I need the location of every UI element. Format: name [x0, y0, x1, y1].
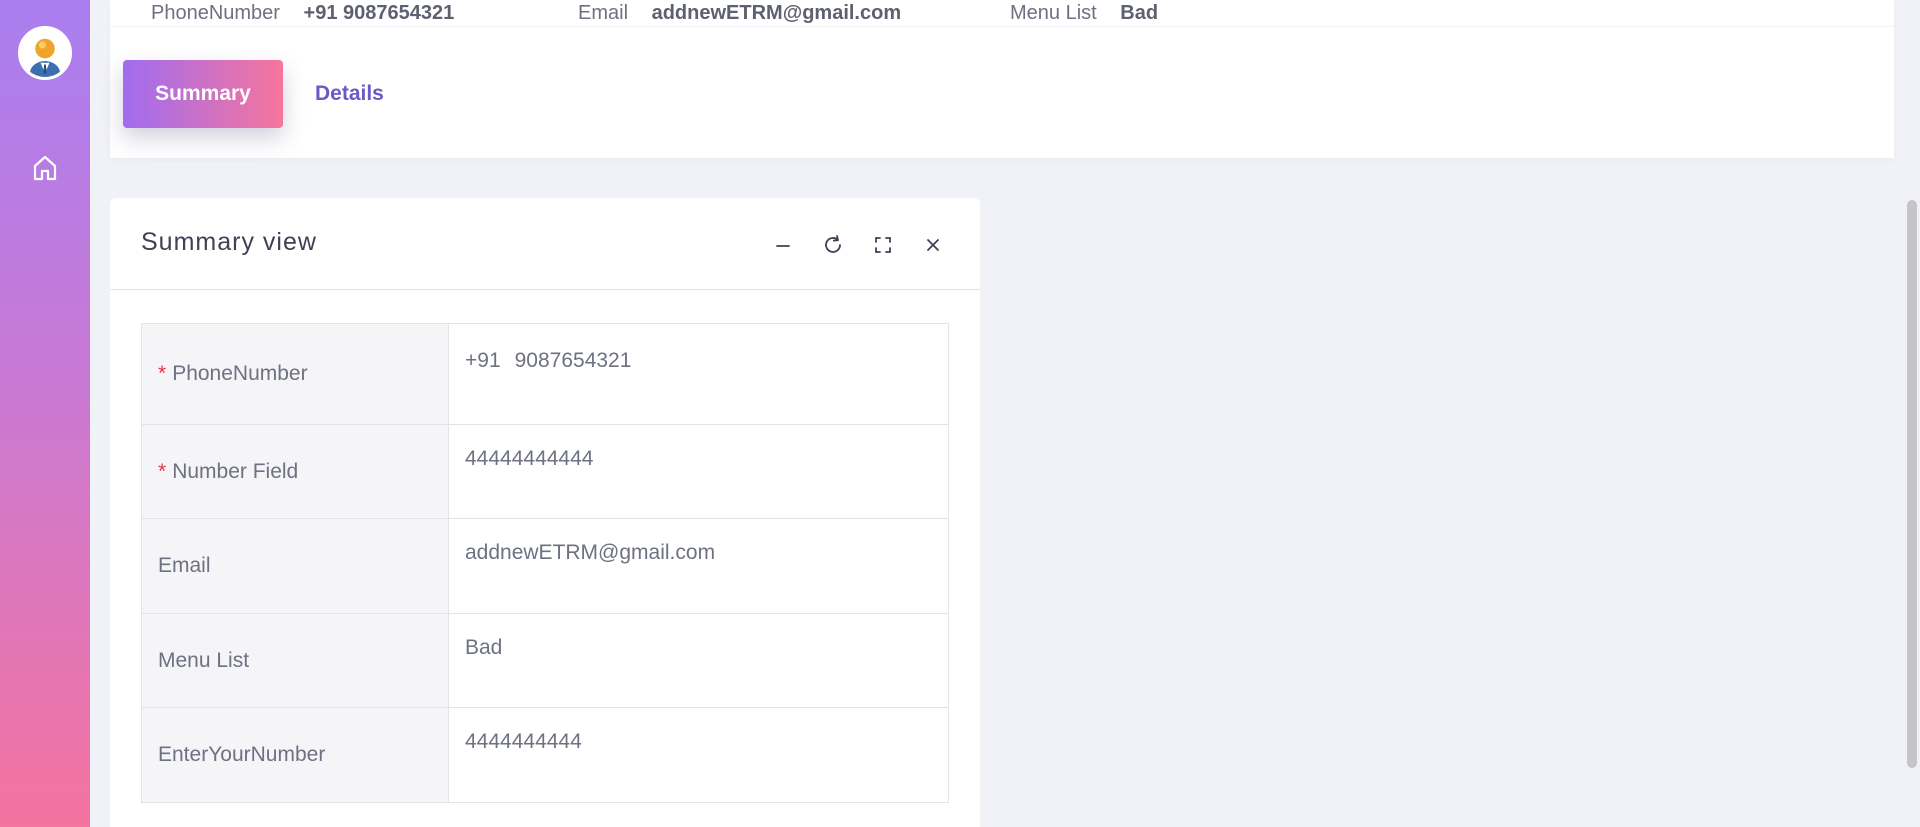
row-value: 44444444444 — [448, 424, 949, 519]
row-label-text: PhoneNumber — [172, 362, 308, 385]
row-label-text: Email — [158, 554, 211, 577]
user-avatar-icon[interactable] — [18, 26, 72, 80]
scrollbar-thumb[interactable] — [1907, 200, 1917, 768]
table-row: Menu List Bad — [141, 613, 949, 708]
header-email-value: addnewETRM@gmail.com — [651, 2, 902, 24]
header-phone-label: PhoneNumber — [151, 2, 280, 24]
close-icon[interactable] — [920, 232, 946, 258]
row-value-text: 9087654321 — [514, 349, 632, 372]
record-info-row: PhoneNumber +91 9087654321 Email addnewE… — [110, 0, 1894, 27]
row-label-text: Menu List — [158, 648, 250, 672]
refresh-icon[interactable] — [820, 232, 846, 258]
row-value-text: 44444444444 — [465, 447, 594, 470]
tab-details[interactable]: Details — [315, 60, 384, 128]
row-label: Menu List — [141, 613, 449, 708]
minimize-icon[interactable] — [770, 232, 796, 258]
header-email: Email addnewETRM@gmail.com — [578, 2, 901, 25]
row-value: +91 9087654321 — [448, 323, 949, 425]
row-value: 4444444444 — [448, 707, 949, 803]
row-value: addnewETRM@gmail.com — [448, 518, 949, 614]
header-email-label: Email — [578, 2, 629, 24]
card-title: Summary view — [141, 228, 317, 256]
row-value-text: 4444444444 — [465, 730, 582, 753]
header-phone: PhoneNumber +91 9087654321 — [151, 2, 454, 25]
table-row: Email addnewETRM@gmail.com — [141, 518, 949, 614]
fullscreen-icon[interactable] — [870, 232, 896, 258]
row-label-text: EnterYourNumber — [158, 743, 326, 766]
row-label-text: Number Field — [172, 459, 299, 483]
table-row: * Number Field 44444444444 — [141, 424, 949, 519]
home-icon[interactable] — [30, 153, 60, 183]
page-scrollbar[interactable] — [1904, 0, 1920, 827]
row-label: * Number Field — [141, 424, 449, 519]
row-value: Bad — [448, 613, 949, 708]
summary-view-card: Summary view * PhoneNumber +91 908765432… — [110, 198, 980, 827]
sidebar — [0, 0, 90, 827]
record-header-card: PhoneNumber +91 9087654321 Email addnewE… — [110, 0, 1894, 158]
header-menu-label: Menu List — [1010, 2, 1097, 24]
table-row: EnterYourNumber 4444444444 — [141, 707, 949, 803]
row-label: Email — [141, 518, 449, 614]
row-label: * PhoneNumber — [141, 323, 449, 425]
table-row: * PhoneNumber +91 9087654321 — [141, 323, 949, 425]
phone-country-code: +91 — [465, 349, 501, 372]
required-marker: * — [158, 459, 167, 483]
row-value-text: Bad — [465, 636, 503, 659]
card-header: Summary view — [110, 198, 980, 290]
header-menu: Menu List Bad — [1010, 2, 1158, 25]
summary-table: * PhoneNumber +91 9087654321 * Number Field… — [141, 323, 949, 803]
header-phone-value: +91 9087654321 — [303, 2, 455, 24]
row-label: EnterYourNumber — [141, 707, 449, 803]
header-menu-value: Bad — [1120, 2, 1159, 24]
tab-summary[interactable]: Summary — [123, 60, 283, 128]
row-value-text: addnewETRM@gmail.com — [465, 541, 716, 564]
required-marker: * — [158, 362, 167, 385]
card-toolbar — [770, 232, 946, 258]
